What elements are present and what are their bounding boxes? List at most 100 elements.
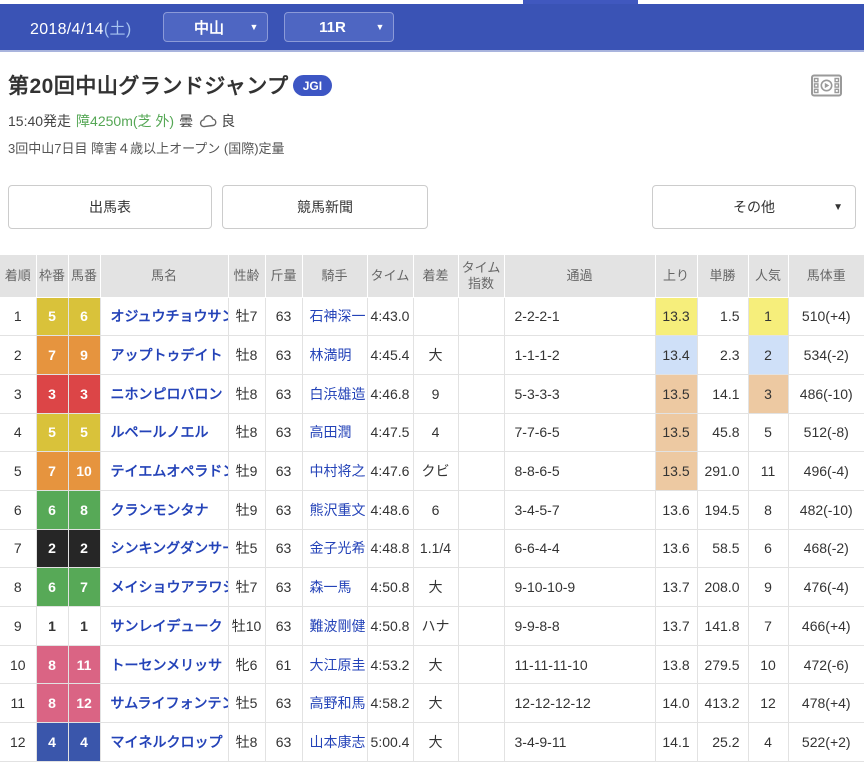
column-header-sex-age: 性齢 bbox=[228, 255, 265, 297]
time-index-cell bbox=[458, 723, 504, 762]
horse-name-cell: オジュウチョウサン bbox=[100, 297, 228, 336]
carried-weight-cell: 63 bbox=[265, 607, 302, 646]
horse-name-link[interactable]: ニホンピロバロン bbox=[111, 386, 223, 402]
jockey-link[interactable]: 高田潤 bbox=[310, 424, 352, 440]
horse-number-cell: 8 bbox=[68, 490, 100, 529]
popularity-cell: 9 bbox=[748, 568, 788, 607]
jockey-link[interactable]: 白浜雄造 bbox=[310, 386, 366, 402]
jockey-link[interactable]: 山本康志 bbox=[310, 734, 366, 750]
jockey-link[interactable]: 森一馬 bbox=[310, 579, 352, 595]
horse-name-link[interactable]: オジュウチョウサン bbox=[111, 308, 229, 324]
horse-name-link[interactable]: ルペールノエル bbox=[111, 424, 209, 440]
time-cell: 4:43.0 bbox=[367, 297, 413, 336]
race-date-weekday: (土) bbox=[104, 21, 132, 38]
entry-table-button[interactable]: 出馬表 bbox=[8, 185, 212, 229]
horse-weight-cell: 478(+4) bbox=[788, 684, 864, 723]
jockey-link[interactable]: 難波剛健 bbox=[310, 618, 366, 634]
margin-cell: 大 bbox=[413, 723, 458, 762]
last3f-cell: 13.5 bbox=[655, 452, 697, 491]
horse-number-cell: 9 bbox=[68, 336, 100, 375]
jockey-cell: 高野和馬 bbox=[302, 684, 367, 723]
win-odds-cell: 14.1 bbox=[697, 374, 748, 413]
finish-position: 1 bbox=[0, 297, 36, 336]
horse-name-link[interactable]: メイショウアラワシ bbox=[111, 579, 229, 595]
column-header-jockey: 騎手 bbox=[302, 255, 367, 297]
top-strip bbox=[0, 0, 864, 4]
time-cell: 5:00.4 bbox=[367, 723, 413, 762]
meeting-info: 3回中山7日目 障害４歳以上オープン (国際)定量 bbox=[8, 138, 856, 157]
popularity-cell: 1 bbox=[748, 297, 788, 336]
horse-name-cell: メイショウアラワシ bbox=[100, 568, 228, 607]
sex-age-cell: 牡8 bbox=[228, 336, 265, 375]
jockey-link[interactable]: 石神深一 bbox=[310, 308, 366, 324]
sex-age-cell: 牡5 bbox=[228, 529, 265, 568]
time-cell: 4:50.8 bbox=[367, 568, 413, 607]
last3f-cell: 13.5 bbox=[655, 413, 697, 452]
horse-name-cell: ルペールノエル bbox=[100, 413, 228, 452]
race-video-icon[interactable] bbox=[811, 74, 842, 97]
popularity-cell: 8 bbox=[748, 490, 788, 529]
column-header-time-index: タイム指数 bbox=[458, 255, 504, 297]
column-header-bracket: 枠番 bbox=[36, 255, 68, 297]
horse-name-cell: アップトゥデイト bbox=[100, 336, 228, 375]
jockey-link[interactable]: 金子光希 bbox=[310, 540, 366, 556]
jockey-link[interactable]: 大江原圭 bbox=[310, 657, 366, 673]
jockey-link[interactable]: 高野和馬 bbox=[310, 695, 366, 711]
passing-order-cell: 12-12-12-12 bbox=[504, 684, 655, 723]
jockey-cell: 高田潤 bbox=[302, 413, 367, 452]
horse-name-link[interactable]: アップトゥデイト bbox=[111, 347, 223, 363]
horse-name-cell: テイエムオペラドン bbox=[100, 452, 228, 491]
horse-number-cell: 10 bbox=[68, 452, 100, 491]
horse-name-link[interactable]: マイネルクロップ bbox=[111, 734, 223, 750]
horse-number-cell: 3 bbox=[68, 374, 100, 413]
time-cell: 4:47.6 bbox=[367, 452, 413, 491]
horse-name-link[interactable]: テイエムオペラドン bbox=[111, 463, 229, 479]
time-index-cell bbox=[458, 607, 504, 646]
other-menu-dropdown[interactable]: その他 ▼ bbox=[652, 185, 856, 229]
sex-age-cell: 牡7 bbox=[228, 568, 265, 607]
jockey-cell: 熊沢重文 bbox=[302, 490, 367, 529]
jockey-link[interactable]: 中村将之 bbox=[310, 463, 366, 479]
jockey-cell: 金子光希 bbox=[302, 529, 367, 568]
table-row: 3 3 3 ニホンピロバロン 牡8 63 白浜雄造 4:46.8 9 5-3-3… bbox=[0, 374, 864, 413]
horse-name-cell: サムライフォンテン bbox=[100, 684, 228, 723]
win-odds-cell: 2.3 bbox=[697, 336, 748, 375]
sex-age-cell: 牡8 bbox=[228, 374, 265, 413]
jockey-cell: 森一馬 bbox=[302, 568, 367, 607]
racing-newspaper-button[interactable]: 競馬新聞 bbox=[222, 185, 428, 229]
finish-position: 10 bbox=[0, 645, 36, 684]
sex-age-cell: 牡9 bbox=[228, 452, 265, 491]
horse-name-link[interactable]: シンキングダンサー bbox=[111, 540, 229, 556]
last3f-cell: 13.5 bbox=[655, 374, 697, 413]
time-index-cell bbox=[458, 568, 504, 607]
horse-name-link[interactable]: サムライフォンテン bbox=[111, 695, 229, 711]
chevron-down-icon: ▼ bbox=[250, 22, 259, 32]
last3f-cell: 14.0 bbox=[655, 684, 697, 723]
carried-weight-cell: 63 bbox=[265, 413, 302, 452]
venue-select-value: 中山 bbox=[194, 17, 224, 38]
race-number-select[interactable]: 11R ▼ bbox=[284, 12, 394, 42]
start-time: 15:40発走 bbox=[8, 111, 71, 131]
jockey-link[interactable]: 熊沢重文 bbox=[310, 502, 366, 518]
venue-select[interactable]: 中山 ▼ bbox=[163, 12, 268, 42]
chevron-down-icon: ▼ bbox=[833, 202, 843, 213]
time-index-cell bbox=[458, 684, 504, 723]
table-row: 6 6 8 クランモンタナ 牡9 63 熊沢重文 4:48.6 6 3-4-5-… bbox=[0, 490, 864, 529]
horse-number-cell: 2 bbox=[68, 529, 100, 568]
last3f-cell: 13.7 bbox=[655, 607, 697, 646]
horse-name-link[interactable]: クランモンタナ bbox=[111, 502, 209, 518]
horse-number-cell: 12 bbox=[68, 684, 100, 723]
jockey-link[interactable]: 林満明 bbox=[310, 347, 352, 363]
title-row: 第20回中山グランドジャンプ JGI bbox=[8, 70, 856, 100]
bracket-number-cell: 2 bbox=[36, 529, 68, 568]
horse-name-cell: ニホンピロバロン bbox=[100, 374, 228, 413]
passing-order-cell: 7-7-6-5 bbox=[504, 413, 655, 452]
horse-name-link[interactable]: サンレイデューク bbox=[111, 618, 223, 634]
horse-name-link[interactable]: トーセンメリッサ bbox=[111, 657, 223, 673]
time-index-cell bbox=[458, 413, 504, 452]
column-header-horse-name: 馬名 bbox=[100, 255, 228, 297]
finish-position: 8 bbox=[0, 568, 36, 607]
horse-weight-cell: 466(+4) bbox=[788, 607, 864, 646]
finish-position: 7 bbox=[0, 529, 36, 568]
jockey-cell: 白浜雄造 bbox=[302, 374, 367, 413]
